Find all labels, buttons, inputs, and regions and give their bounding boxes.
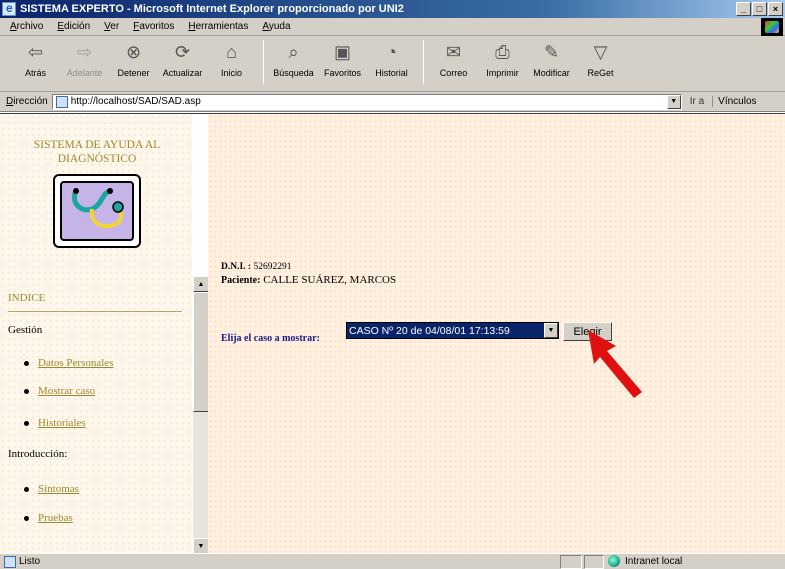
home-button[interactable]: ⌂ Inicio (208, 40, 255, 79)
close-button[interactable]: × (768, 2, 783, 16)
home-icon: ⌂ (226, 41, 237, 62)
bullet-icon (24, 420, 29, 426)
forward-arrow-icon: ⇨ (76, 41, 93, 62)
bullet-icon (24, 515, 29, 521)
toolbar: ⇦ Atrás ⇨ Adelante ⊗ Detener ⟳ Actualiza… (0, 36, 785, 92)
sidebar-link-datos-personales[interactable]: Datos Personales (24, 357, 113, 369)
bullet-icon (24, 360, 29, 366)
status-bar: Listo Intranet local (0, 553, 785, 569)
patient-line: Paciente: CALLE SUÁREZ, MARCOS (221, 274, 396, 286)
mail-icon: ✉ (445, 41, 462, 62)
toolbar-separator (263, 40, 264, 84)
sidebar-link-historiales[interactable]: Historiales (24, 417, 86, 429)
scroll-down-arrow-icon[interactable]: ▼ (193, 538, 209, 554)
minimize-button[interactable]: _ (736, 2, 751, 16)
sidebar-frame: SISTEMA DE AYUDA AL DIAGNÓSTICO INDICE G… (0, 114, 192, 554)
page-icon (55, 95, 68, 108)
window-title: SISTEMA EXPERTO - Microsoft Internet Exp… (20, 3, 404, 15)
address-bar: Dirección http://localhost/SAD/SAD.asp ▼… (0, 92, 785, 112)
section-gestion: Gestión (8, 324, 43, 336)
refresh-button[interactable]: ⟳ Actualizar (159, 40, 206, 79)
sidebar-link-pruebas[interactable]: Pruebas (24, 512, 73, 524)
print-button[interactable]: ⎙ Imprimir (479, 40, 526, 79)
back-button[interactable]: ⇦ Atrás (12, 40, 59, 79)
favorites-button[interactable]: ▣ Favoritos (319, 40, 366, 79)
edit-icon: ✎ (543, 41, 560, 62)
choose-case-label: Elija el caso a mostrar: (221, 333, 320, 344)
page-content: SISTEMA DE AYUDA AL DIAGNÓSTICO INDICE G… (0, 113, 785, 554)
menu-ver[interactable]: Ver (104, 21, 119, 32)
search-button[interactable]: ⌕ Búsqueda (270, 40, 317, 79)
dni-value: 52692291 (253, 262, 292, 272)
back-arrow-icon: ⇦ (27, 41, 44, 62)
go-button[interactable]: Ir a (690, 96, 704, 107)
menu-herramientas[interactable]: Herramientas (188, 21, 248, 32)
refresh-icon: ⟳ (174, 41, 191, 62)
section-introduccion: Introducción: (8, 448, 68, 460)
status-text: Listo (19, 556, 41, 567)
status-cell (584, 555, 604, 569)
red-pointer-arrow-icon (588, 330, 642, 398)
windows-logo-icon (761, 18, 783, 36)
maximize-button[interactable]: □ (752, 2, 767, 16)
intranet-globe-icon (608, 555, 620, 567)
menu-archivo[interactable]: Archivo (10, 21, 43, 32)
history-icon: ◔ (386, 41, 397, 62)
patient-label: Paciente: (221, 275, 261, 286)
menu-edicion[interactable]: Edición (57, 21, 90, 32)
sidebar-title: SISTEMA DE AYUDA AL DIAGNÓSTICO (33, 139, 161, 165)
toolbar-separator (423, 40, 424, 84)
main-frame: D.N.I. : 52692291 Paciente: CALLE SUÁREZ… (208, 114, 785, 554)
address-dropdown-button[interactable]: ▼ (666, 94, 681, 109)
security-zone: Intranet local (608, 555, 682, 567)
stethoscope-logo-icon (53, 174, 141, 248)
dni-label: D.N.I. : (221, 262, 252, 272)
edit-button[interactable]: ✎ Modificar (528, 40, 575, 79)
scrollbar-thumb[interactable] (193, 292, 209, 412)
case-select[interactable]: CASO Nº 20 de 04/08/01 17:13:59 ▼ (346, 322, 559, 339)
patient-name: CALLE SUÁREZ, MARCOS (263, 274, 397, 286)
links-button[interactable]: Vínculos (712, 96, 757, 107)
address-label: Dirección (6, 96, 48, 107)
forward-button[interactable]: ⇨ Adelante (61, 40, 108, 79)
index-divider (8, 311, 182, 312)
menu-favoritos[interactable]: Favoritos (133, 21, 174, 32)
sidebar-link-sintomas[interactable]: Síntomas (24, 483, 79, 495)
stop-button[interactable]: ⊗ Detener (110, 40, 157, 79)
search-icon: ⌕ (288, 41, 299, 62)
reget-icon: ▽ (593, 41, 608, 62)
case-selected-value: CASO Nº 20 de 04/08/01 17:13:59 (349, 324, 510, 337)
address-input[interactable]: http://localhost/SAD/SAD.asp ▼ (51, 93, 682, 110)
history-button[interactable]: ◔ Historial (368, 40, 415, 79)
sidebar-link-mostrar-caso[interactable]: Mostrar caso (24, 385, 95, 397)
address-url: http://localhost/SAD/SAD.asp (70, 96, 201, 107)
sidebar-scrollbar[interactable]: ▲ ▼ (192, 276, 209, 554)
scroll-up-arrow-icon[interactable]: ▲ (193, 276, 209, 292)
internet-explorer-icon (2, 1, 16, 16)
zone-label: Intranet local (625, 555, 683, 567)
stop-icon: ⊗ (125, 41, 142, 62)
favorites-icon: ▣ (333, 41, 351, 62)
bullet-icon (24, 388, 29, 394)
dropdown-arrow-icon[interactable]: ▼ (544, 323, 558, 338)
bullet-icon (24, 486, 29, 492)
reget-button[interactable]: ▽ ReGet (577, 40, 624, 79)
index-heading: INDICE (8, 292, 46, 304)
print-icon: ⎙ (495, 41, 510, 62)
menu-bar: Archivo Edición Ver Favoritos Herramient… (0, 18, 785, 36)
window-title-bar[interactable]: SISTEMA EXPERTO - Microsoft Internet Exp… (0, 0, 785, 18)
dni-line: D.N.I. : 52692291 (221, 262, 291, 272)
status-cell (560, 555, 582, 569)
page-status-icon (4, 555, 16, 568)
menu-ayuda[interactable]: Ayuda (262, 21, 290, 32)
mail-button[interactable]: ✉ Correo (430, 40, 477, 79)
